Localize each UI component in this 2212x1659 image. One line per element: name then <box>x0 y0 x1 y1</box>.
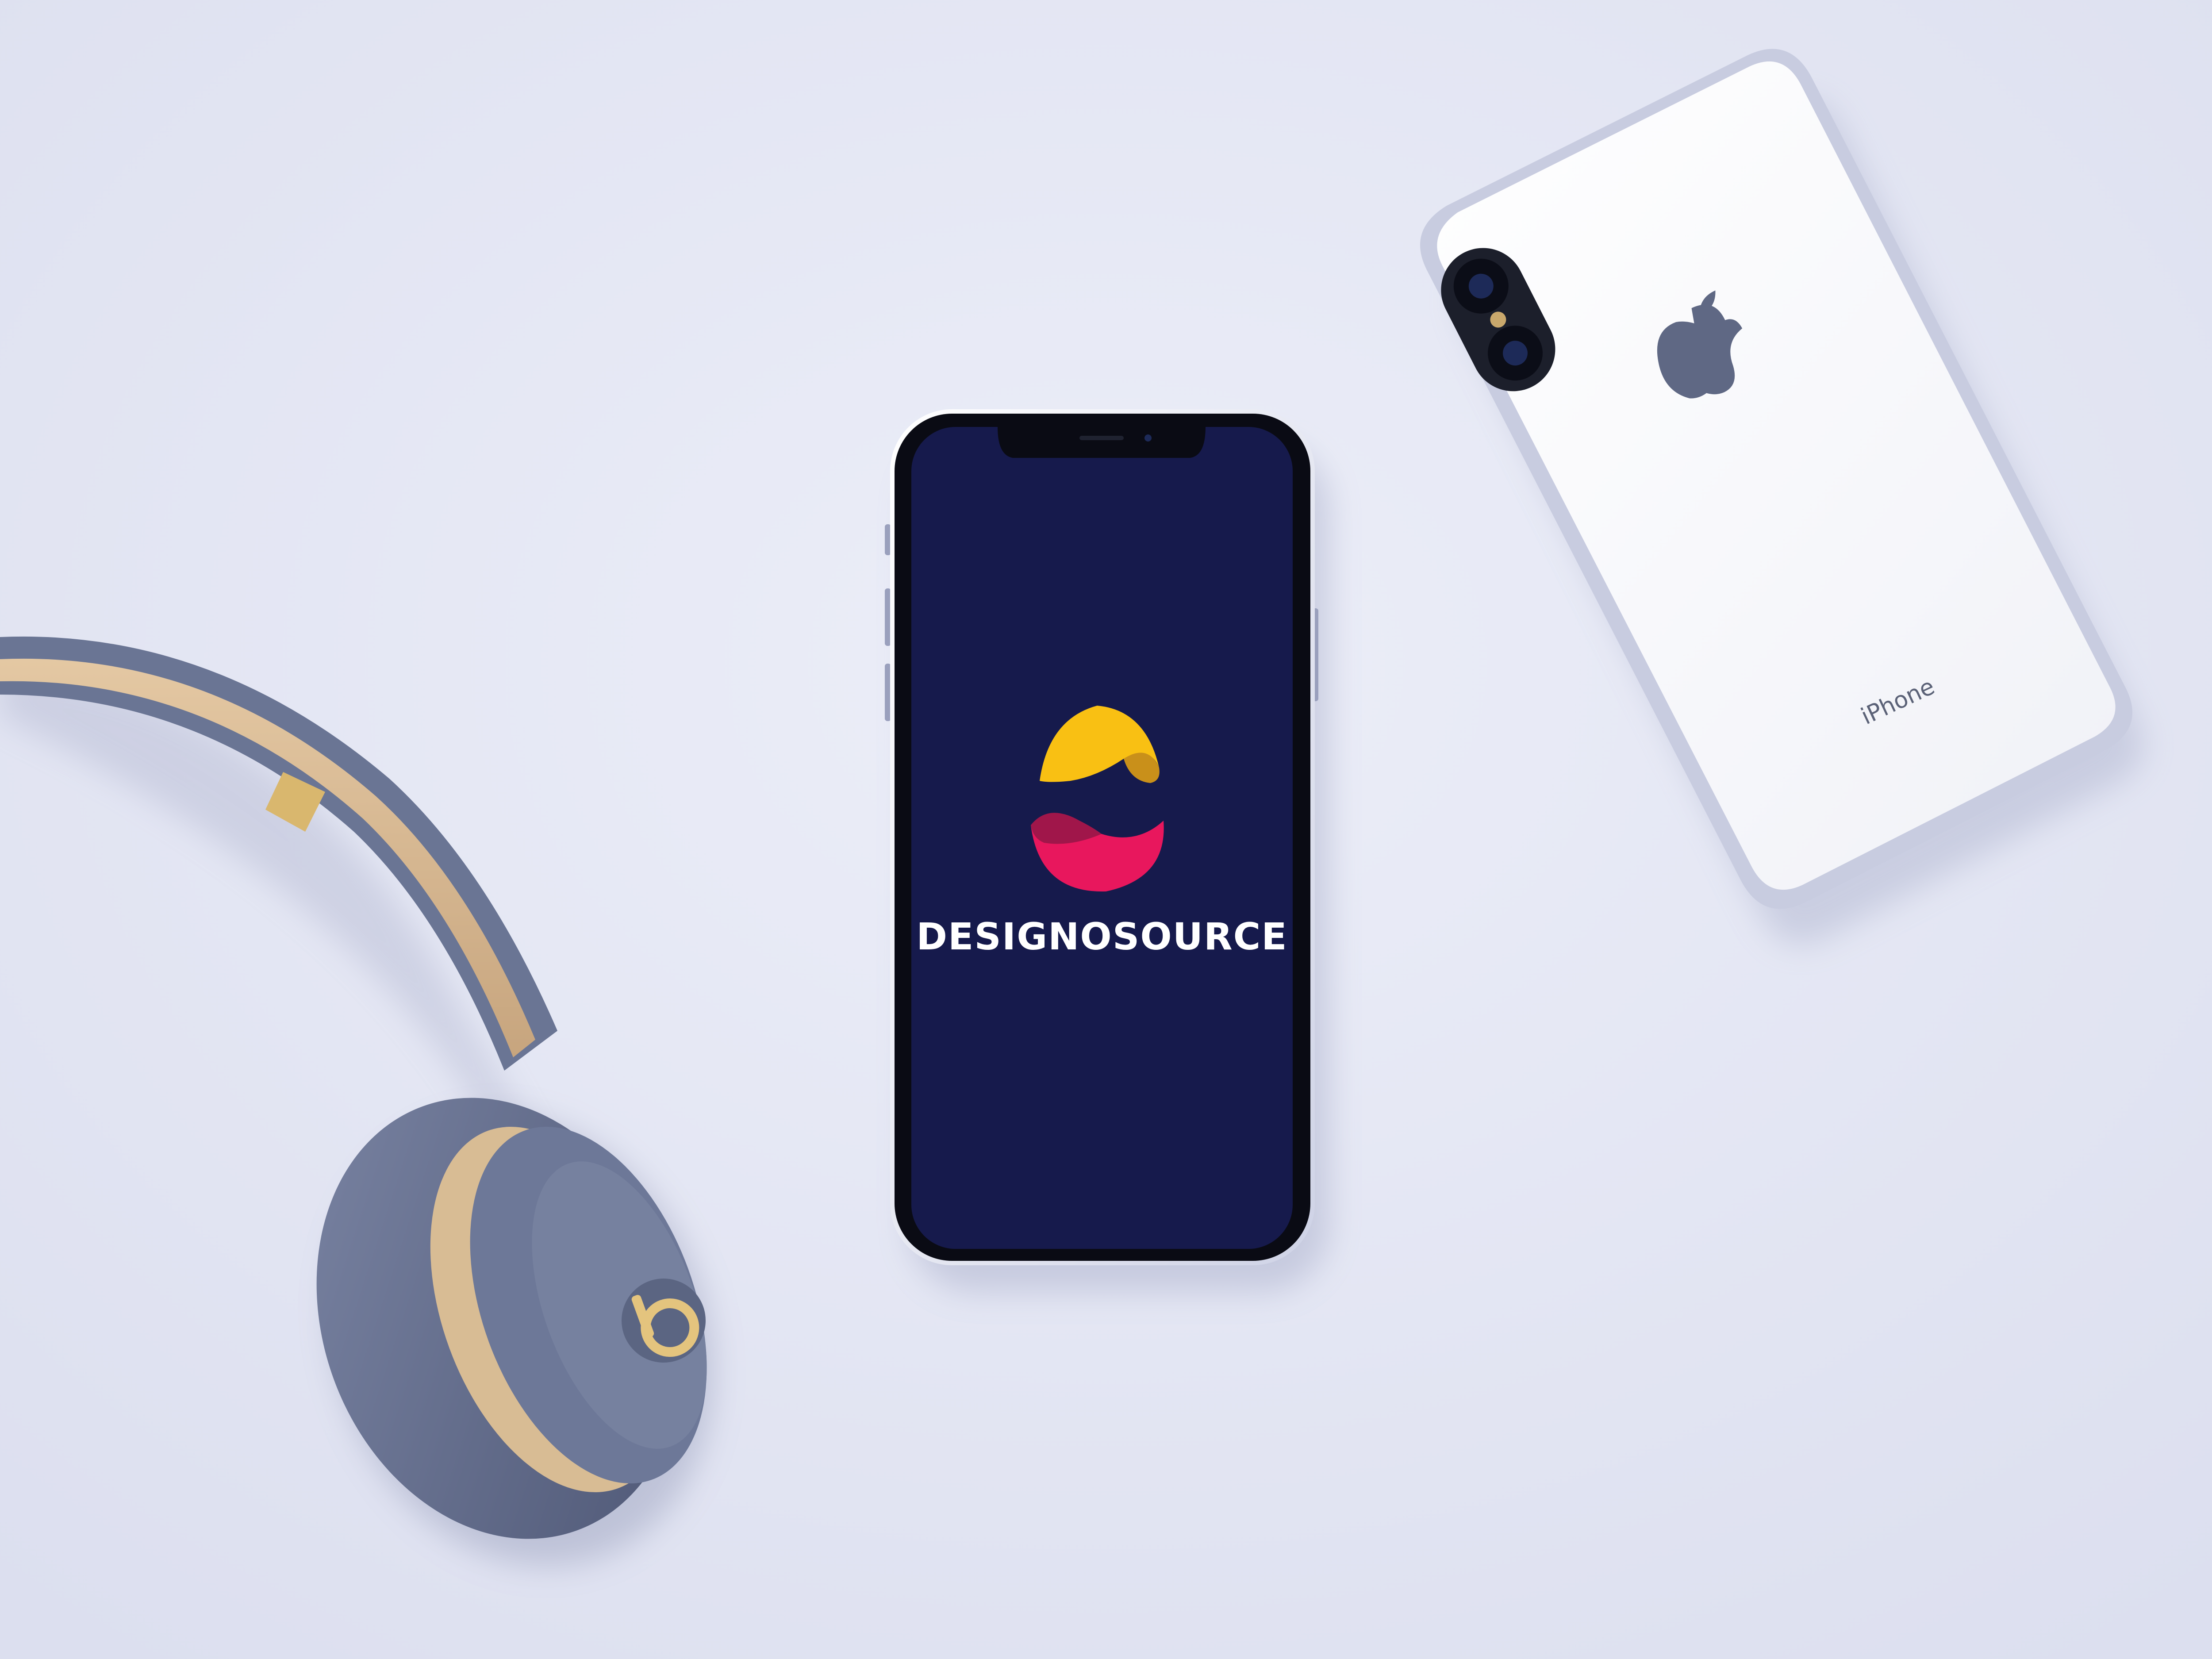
volume-up-button <box>885 588 891 646</box>
volume-down-button <box>885 664 891 721</box>
designosource-logo-icon <box>1031 706 1164 892</box>
front-phone-screen-content: DESIGNOSOURCE <box>911 427 1293 1249</box>
mockup-scene: DESIGNOSOURCE iPhone <box>0 0 2212 1659</box>
ring-switch <box>885 524 891 555</box>
brand-name-text: DESIGNOSOURCE <box>916 915 1288 958</box>
